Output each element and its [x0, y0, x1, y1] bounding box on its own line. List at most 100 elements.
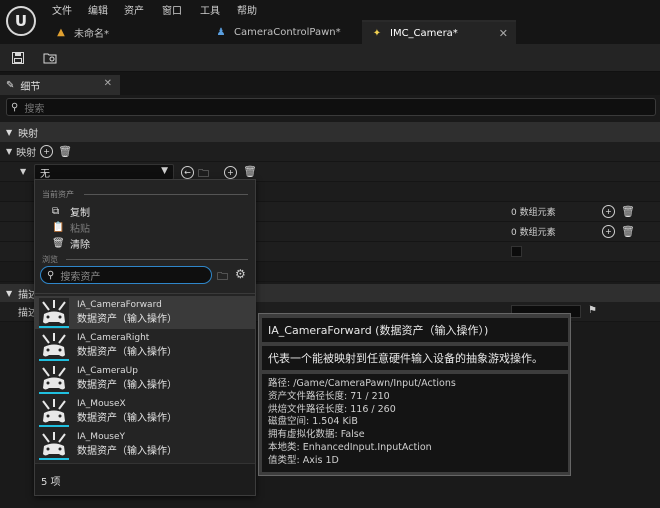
- paste-label: 粘贴: [70, 223, 90, 235]
- asset-count-footer: [35, 463, 255, 495]
- level-icon: ▲: [57, 26, 65, 38]
- asset-count: 5 项: [41, 477, 61, 488]
- asset-search-input[interactable]: ⚲ 搜索资产: [40, 266, 212, 284]
- close-tab-icon[interactable]: ✕: [499, 27, 508, 40]
- input-context-icon: ✦: [372, 27, 382, 39]
- asset-list-item[interactable]: IA_CameraUp 数据资产（输入操作）: [35, 362, 255, 395]
- chevron-down-icon: ▼: [161, 166, 168, 176]
- checkbox[interactable]: [511, 246, 522, 257]
- tab-details[interactable]: ✎ 细节 ✕: [0, 75, 120, 95]
- info-label: 拥有虚拟化数据:: [268, 429, 338, 441]
- add-trigger-icon[interactable]: +: [602, 205, 615, 218]
- search-placeholder: 搜索: [24, 103, 45, 115]
- info-row-asset-path-length: 资产文件路径长度: 71 / 210: [268, 391, 562, 404]
- menu-edit[interactable]: 编辑: [88, 2, 108, 17]
- asset-search-placeholder: 搜索资产: [60, 271, 101, 283]
- trash-icon[interactable]: 🗑: [243, 165, 257, 178]
- tooltip-info: 路径: /Game/CameraPawn/Input/Actions 资产文件路…: [262, 374, 568, 472]
- unreal-logo-icon[interactable]: U: [6, 6, 36, 36]
- asset-type: 数据资产（输入操作）: [77, 314, 177, 325]
- folder-icon[interactable]: 🗀: [217, 268, 228, 287]
- details-search-input[interactable]: ⚲ 搜索: [6, 98, 656, 116]
- tab-label: IMC_Camera*: [390, 27, 458, 39]
- menu-help[interactable]: 帮助: [237, 2, 257, 17]
- tab-camera-control-pawn[interactable]: ♟ CameraControlPawn*: [206, 20, 356, 44]
- tab-imc-camera[interactable]: ✦ IMC_Camera* ✕: [362, 20, 516, 44]
- tab-label: 未命名*: [74, 28, 109, 40]
- browse-content-icon[interactable]: [40, 48, 60, 68]
- info-row-native-class: 本地类: EnhancedInput.InputAction: [268, 442, 562, 455]
- input-action-thumbnail-icon: [39, 396, 69, 427]
- asset-type: 数据资产（输入操作）: [77, 380, 177, 391]
- array-count: 0 数组元素: [511, 228, 556, 238]
- array-count: 0 数组元素: [511, 208, 556, 218]
- input-action-thumbnail-icon: [39, 330, 69, 361]
- chevron-down-icon[interactable]: ▼: [20, 167, 26, 176]
- asset-list-item[interactable]: IA_MouseY 数据资产（输入操作）: [35, 428, 255, 461]
- asset-list-item[interactable]: IA_CameraRight 数据资产（输入操作）: [35, 329, 255, 362]
- trash-icon: 🗑: [52, 237, 65, 249]
- asset-list-item[interactable]: IA_MouseX 数据资产（输入操作）: [35, 395, 255, 428]
- input-action-combo[interactable]: 无 ▼: [34, 164, 174, 180]
- search-icon: ⚲: [11, 101, 19, 113]
- asset-name: IA_CameraForward: [77, 300, 162, 310]
- asset-name: IA_MouseY: [77, 432, 126, 442]
- trash-icon[interactable]: 🗑: [58, 145, 72, 158]
- add-mapping-icon[interactable]: +: [40, 145, 54, 158]
- info-value: 1.504 KiB: [312, 416, 358, 428]
- flag-icon[interactable]: ⚑: [588, 305, 597, 316]
- info-value: Axis 1D: [302, 454, 339, 466]
- clear-label: 清除: [70, 239, 90, 251]
- info-value: EnhancedInput.InputAction: [302, 441, 432, 453]
- selection-bar: [39, 457, 69, 460]
- details-tab-label: 细节: [20, 81, 41, 93]
- clear-menu-item[interactable]: 🗑 清除: [52, 235, 90, 251]
- menu-window[interactable]: 窗口: [162, 2, 182, 17]
- combo-value: 无: [40, 168, 50, 180]
- tab-label: CameraControlPawn*: [234, 26, 341, 38]
- copy-menu-item[interactable]: ⧉ 复制: [52, 203, 90, 219]
- copy-icon: ⧉: [52, 205, 60, 217]
- use-selected-icon[interactable]: ←: [181, 166, 194, 179]
- close-icon[interactable]: ✕: [104, 78, 112, 89]
- paste-icon: 📋: [52, 221, 65, 233]
- tooltip-description: 代表一个能被映射到任意硬件输入设备的抽象游戏操作。: [262, 346, 568, 370]
- menu-tools[interactable]: 工具: [200, 2, 220, 17]
- input-action-thumbnail-icon: [39, 429, 69, 460]
- input-action-thumbnail-icon: [39, 363, 69, 394]
- trash-icon[interactable]: 🗑: [621, 205, 635, 218]
- info-label: 值类型:: [268, 454, 300, 466]
- asset-type: 数据资产（输入操作）: [77, 413, 177, 424]
- chevron-down-icon: ▼: [6, 127, 13, 137]
- menu-file[interactable]: 文件: [52, 2, 72, 17]
- info-row-virtualized: 拥有虚拟化数据: False: [268, 429, 562, 442]
- info-value: /Game/CameraPawn/Input/Actions: [293, 378, 456, 389]
- info-row-cooked-path-length: 烘焙文件路径长度: 116 / 260: [268, 404, 562, 417]
- info-label: 本地类:: [268, 441, 300, 453]
- asset-name: IA_MouseX: [77, 399, 126, 409]
- menu-asset[interactable]: 资产: [124, 2, 144, 17]
- info-label: 路径:: [268, 378, 291, 389]
- info-row-value-type: 值类型: Axis 1D: [268, 455, 562, 468]
- copy-label: 复制: [70, 207, 90, 219]
- divider: [66, 259, 248, 260]
- search-icon: ⚲: [47, 269, 55, 281]
- section-mapping[interactable]: ▼ 映射: [0, 122, 660, 142]
- trash-icon[interactable]: 🗑: [621, 225, 635, 238]
- add-modifier-icon[interactable]: +: [602, 225, 615, 238]
- toolbar: [0, 44, 660, 72]
- tooltip-title: IA_CameraForward (数据资产（输入操作）): [262, 318, 568, 342]
- asset-type: 数据资产（输入操作）: [77, 446, 177, 457]
- asset-list-item[interactable]: IA_CameraForward 数据资产（输入操作）: [35, 296, 255, 329]
- chevron-down-icon: ▼: [6, 288, 13, 298]
- selection-bar: [39, 325, 69, 328]
- asset-name: IA_CameraUp: [77, 366, 138, 376]
- add-icon[interactable]: +: [224, 166, 237, 179]
- pencil-icon: ✎: [6, 79, 15, 91]
- tab-level[interactable]: ▲ 未命名*: [46, 20, 196, 44]
- paste-menu-item[interactable]: 📋 粘贴: [52, 219, 90, 235]
- gear-icon[interactable]: ⚙: [235, 267, 246, 281]
- save-icon[interactable]: [8, 48, 28, 68]
- divider: [35, 293, 255, 294]
- mappings-row[interactable]: ▼ 映射 + 🗑: [0, 142, 660, 162]
